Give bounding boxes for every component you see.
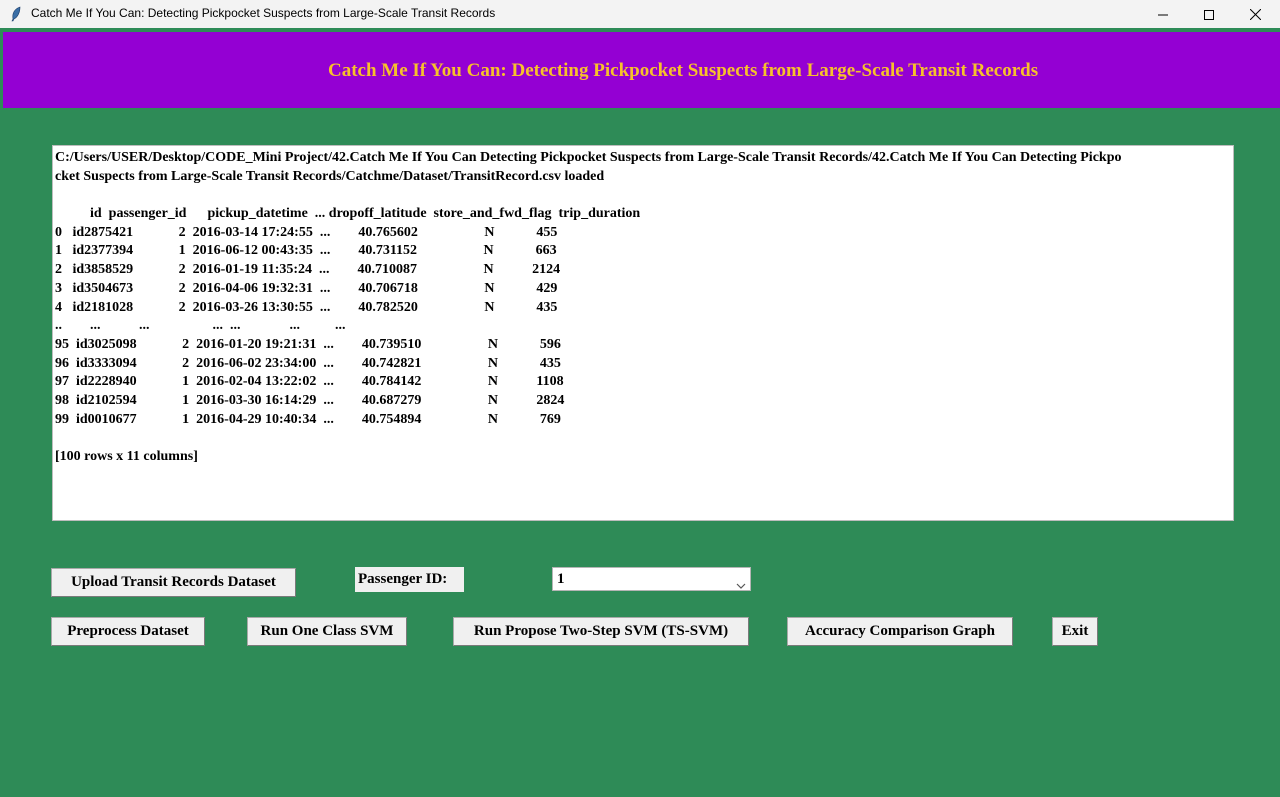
output-line: 4 id2181028 2 2016-03-26 13:30:55 ... 40… xyxy=(55,299,558,315)
output-line: 1 id2377394 1 2016-06-12 00:43:35 ... 40… xyxy=(55,243,557,259)
accuracy-graph-button[interactable]: Accuracy Comparison Graph xyxy=(787,617,1013,646)
chevron-down-icon xyxy=(736,575,746,589)
minimize-icon xyxy=(1158,7,1168,21)
output-line: 99 id0010677 1 2016-04-29 10:40:34 ... 4… xyxy=(55,411,561,427)
output-line: 0 id2875421 2 2016-03-14 17:24:55 ... 40… xyxy=(55,224,558,240)
output-line: 98 id2102594 1 2016-03-30 16:14:29 ... 4… xyxy=(55,392,565,408)
page-title: Catch Me If You Can: Detecting Pickpocke… xyxy=(328,60,1039,81)
upload-dataset-button[interactable]: Upload Transit Records Dataset xyxy=(51,568,296,597)
preprocess-dataset-button[interactable]: Preprocess Dataset xyxy=(51,617,205,646)
passenger-id-value: 1 xyxy=(557,571,565,587)
window-title: Catch Me If You Can: Detecting Pickpocke… xyxy=(31,6,496,20)
minimize-button[interactable] xyxy=(1140,0,1186,28)
app-header: Catch Me If You Can: Detecting Pickpocke… xyxy=(3,32,1280,108)
output-line: [100 rows x 11 columns] xyxy=(55,449,198,464)
maximize-button[interactable] xyxy=(1186,0,1232,28)
output-line: 95 id3025098 2 2016-01-20 19:21:31 ... 4… xyxy=(55,336,561,352)
output-line: cket Suspects from Large-Scale Transit R… xyxy=(55,168,605,184)
maximize-icon xyxy=(1204,7,1214,21)
output-line: 96 id3333094 2 2016-06-02 23:34:00 ... 4… xyxy=(55,355,561,371)
output-line: .. ... ... ... ... ... ... xyxy=(55,318,346,334)
output-line: 3 id3504673 2 2016-04-06 19:32:31 ... 40… xyxy=(55,280,558,296)
close-button[interactable] xyxy=(1232,0,1278,28)
output-line: id passenger_id pickup_datetime ... drop… xyxy=(55,206,641,222)
window-titlebar: Catch Me If You Can: Detecting Pickpocke… xyxy=(0,0,1280,29)
feather-icon xyxy=(10,6,22,22)
close-icon xyxy=(1249,7,1261,21)
passenger-id-select[interactable]: 1 xyxy=(552,567,751,591)
passenger-id-label: Passenger ID: xyxy=(355,567,464,592)
run-ts-svm-button[interactable]: Run Propose Two-Step SVM (TS-SVM) xyxy=(453,617,749,646)
output-text-area[interactable]: C:/Users/USER/Desktop/CODE_Mini Project/… xyxy=(52,145,1234,521)
output-line: C:/Users/USER/Desktop/CODE_Mini Project/… xyxy=(55,150,1122,165)
output-line: 2 id3858529 2 2016-01-19 11:35:24 ... 40… xyxy=(55,262,561,278)
run-one-class-svm-button[interactable]: Run One Class SVM xyxy=(247,617,407,646)
output-line: 97 id2228940 1 2016-02-04 13:22:02 ... 4… xyxy=(55,374,564,390)
exit-button[interactable]: Exit xyxy=(1052,617,1098,646)
